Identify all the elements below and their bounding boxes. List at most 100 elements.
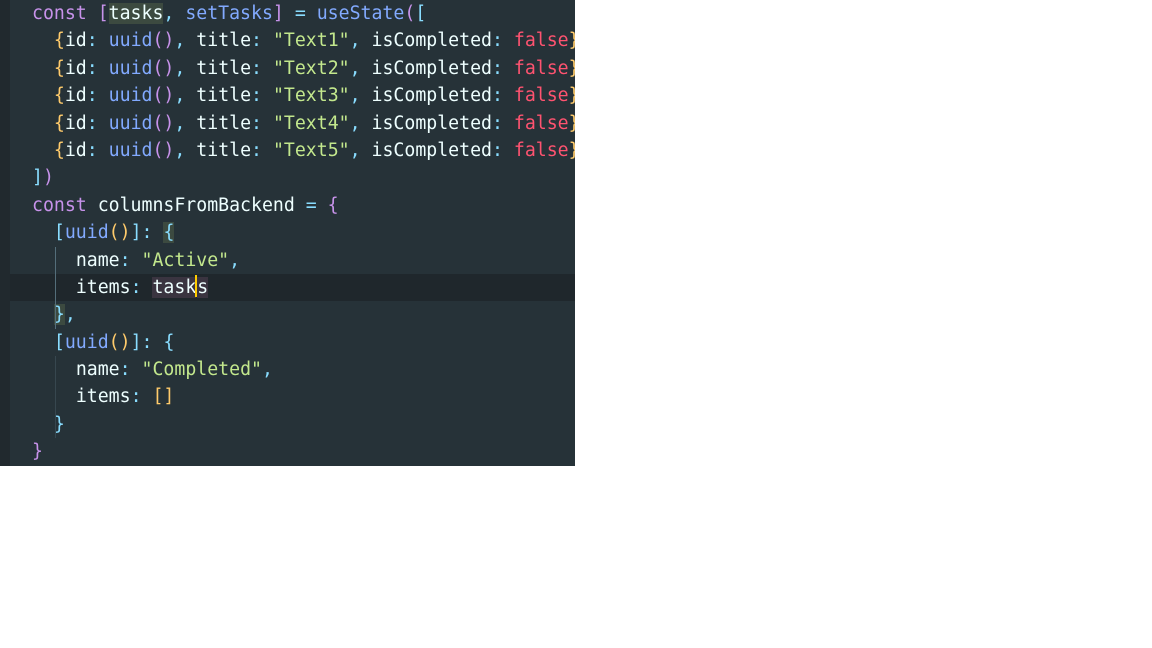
code-token: uuid bbox=[64, 222, 109, 244]
code-token: [ bbox=[53, 331, 65, 353]
code-line[interactable]: }, bbox=[10, 301, 575, 329]
code-line[interactable]: name: "Completed", bbox=[10, 356, 575, 384]
code-token: uuid bbox=[108, 112, 153, 134]
code-token: : bbox=[491, 30, 514, 52]
code-token: , bbox=[174, 57, 197, 79]
code-line[interactable]: {id: uuid(), title: "Text2", isCompleted… bbox=[10, 55, 575, 82]
code-token: s bbox=[197, 276, 209, 298]
code-token: "Text4" bbox=[272, 112, 350, 134]
code-token: false bbox=[513, 85, 569, 107]
code-line[interactable]: {id: uuid(), title: "Text4", isCompleted… bbox=[10, 110, 575, 137]
code-token: setTasks bbox=[185, 3, 273, 24]
code-token: : bbox=[251, 85, 273, 107]
code-token: [ bbox=[97, 3, 109, 24]
code-token: } bbox=[32, 441, 43, 463]
code-token: = bbox=[294, 194, 328, 216]
code-token: { bbox=[53, 30, 65, 52]
code-token: name bbox=[75, 249, 120, 271]
code-line[interactable]: name: "Active", bbox=[10, 246, 575, 274]
code-token: { bbox=[53, 85, 65, 107]
code-line[interactable]: {id: uuid(), title: "Text5", isCompleted… bbox=[10, 137, 575, 164]
code-line[interactable]: [uuid()]: { bbox=[10, 219, 575, 246]
code-token: "Text2" bbox=[272, 57, 350, 79]
code-token: title bbox=[196, 139, 252, 161]
code-token: "Active" bbox=[141, 249, 230, 271]
code-token: { bbox=[327, 194, 339, 216]
code-token: uuid bbox=[108, 139, 153, 161]
code-token: ] bbox=[130, 222, 142, 244]
code-token: : bbox=[130, 386, 153, 408]
code-token: "Text1" bbox=[272, 30, 350, 52]
code-token: , bbox=[349, 30, 372, 52]
code-token: () bbox=[108, 222, 131, 244]
code-token: [ bbox=[53, 222, 65, 244]
code-token: : bbox=[491, 85, 514, 107]
code-token: ( bbox=[404, 3, 416, 24]
indent-guide bbox=[55, 383, 56, 411]
code-token: , bbox=[229, 249, 241, 271]
indent-guide bbox=[55, 246, 56, 274]
code-token: , bbox=[174, 112, 197, 134]
code-token: id bbox=[64, 112, 87, 134]
code-token: title bbox=[196, 30, 252, 52]
code-token: , bbox=[64, 304, 76, 326]
code-line[interactable]: ]) bbox=[10, 164, 575, 191]
code-token: , bbox=[349, 139, 372, 161]
code-token: uuid bbox=[64, 331, 109, 353]
code-token: : bbox=[251, 139, 273, 161]
code-line[interactable]: items: tasks bbox=[10, 273, 575, 302]
code-token: { bbox=[53, 112, 65, 134]
code-token: : bbox=[119, 249, 142, 271]
code-token: ) bbox=[42, 167, 54, 189]
code-token: id bbox=[64, 57, 87, 79]
code-token: task bbox=[152, 276, 197, 298]
code-token: : bbox=[119, 359, 142, 381]
code-token: , bbox=[174, 85, 197, 107]
code-token: false bbox=[513, 112, 569, 134]
code-token: uuid bbox=[108, 57, 153, 79]
code-line[interactable]: const [tasks, setTasks] = useState([ bbox=[10, 0, 575, 27]
code-token: { bbox=[163, 222, 175, 244]
code-token: "Text5" bbox=[272, 139, 350, 161]
code-token: , bbox=[349, 57, 372, 79]
code-token: () bbox=[152, 112, 175, 134]
code-line[interactable]: items: [] bbox=[10, 383, 575, 411]
code-token: : bbox=[251, 57, 273, 79]
code-line[interactable]: {id: uuid(), title: "Text3", isCompleted… bbox=[10, 82, 575, 109]
code-token: () bbox=[152, 85, 175, 107]
code-line[interactable]: [uuid()]: { bbox=[10, 329, 575, 356]
indent-guide bbox=[55, 273, 56, 302]
code-token: isCompleted bbox=[371, 30, 492, 52]
code-token: : bbox=[491, 112, 514, 134]
code-token: id bbox=[64, 85, 87, 107]
code-line[interactable]: {id: uuid(), title: "Text1", isCompleted… bbox=[10, 27, 575, 54]
code-token: : bbox=[491, 139, 514, 161]
code-token: () bbox=[152, 57, 175, 79]
code-token: id bbox=[64, 30, 87, 52]
code-token: : bbox=[141, 331, 164, 353]
code-token: ] bbox=[32, 167, 43, 189]
code-token: "Text3" bbox=[272, 85, 350, 107]
code-line[interactable]: } bbox=[10, 410, 575, 439]
code-token: [ bbox=[415, 3, 427, 24]
code-area[interactable]: const [tasks, setTasks] = useState([ {id… bbox=[10, 0, 575, 466]
code-line[interactable]: const columnsFromBackend = { bbox=[10, 192, 575, 219]
code-token: useState bbox=[316, 3, 405, 24]
code-token: title bbox=[196, 85, 252, 107]
code-token: } bbox=[569, 85, 575, 106]
code-line[interactable]: } bbox=[10, 438, 575, 465]
code-token: } bbox=[569, 113, 575, 134]
code-token: ] bbox=[272, 3, 295, 24]
code-token: isCompleted bbox=[371, 57, 492, 79]
code-token: ] bbox=[130, 331, 142, 353]
code-token: : bbox=[86, 139, 109, 161]
editor-gutter[interactable] bbox=[0, 0, 10, 466]
code-token: [] bbox=[152, 386, 175, 408]
code-token: "Completed" bbox=[141, 359, 262, 381]
code-editor[interactable]: const [tasks, setTasks] = useState([ {id… bbox=[0, 0, 575, 466]
